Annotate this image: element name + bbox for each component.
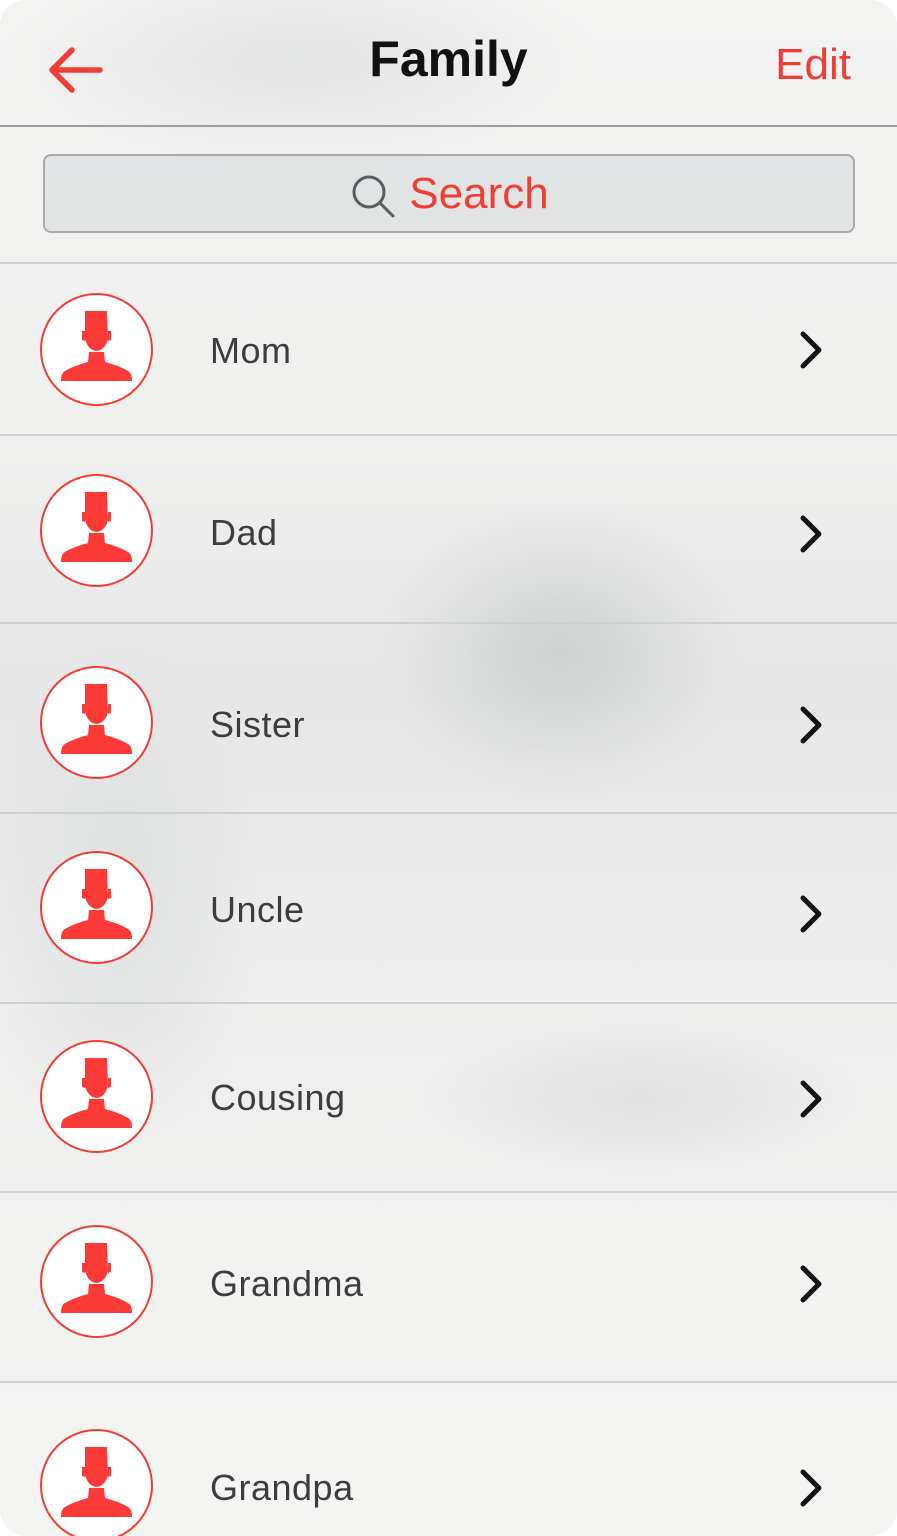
contact-name: Sister (210, 704, 306, 745)
chevron-right-icon (800, 515, 822, 553)
list-item-dad[interactable]: Dad (0, 436, 897, 624)
edit-button[interactable]: Edit (775, 40, 851, 90)
list-item-mom[interactable]: Mom (0, 264, 897, 436)
family-contacts-screen: Family Edit Search Mom Dad Sister Uncle … (0, 0, 897, 1536)
list-item-uncle[interactable]: Uncle (0, 814, 897, 1004)
avatar (40, 851, 153, 964)
contact-name: Uncle (210, 889, 305, 930)
person-icon (61, 1447, 132, 1517)
page-title: Family (369, 31, 528, 87)
contact-name: Grandma (210, 1263, 364, 1304)
search-bar[interactable]: Search (43, 154, 855, 233)
list-item-grandpa[interactable]: Grandpa (0, 1383, 897, 1536)
search-placeholder: Search (409, 168, 549, 218)
avatar (40, 1040, 153, 1153)
chevron-right-icon (800, 1469, 822, 1507)
contact-list: Mom Dad Sister Uncle Cousing Grandma Gra… (0, 264, 897, 1536)
avatar (40, 666, 153, 779)
person-icon (61, 684, 132, 754)
contact-name: Grandpa (210, 1467, 354, 1508)
person-icon (61, 869, 132, 939)
search-icon (352, 175, 395, 217)
list-item-sister[interactable]: Sister (0, 624, 897, 814)
person-icon (61, 311, 132, 381)
avatar (40, 293, 153, 406)
contact-name: Mom (210, 330, 292, 371)
arrow-left-icon (49, 47, 103, 93)
person-icon (61, 1058, 132, 1128)
list-item-cousing[interactable]: Cousing (0, 1004, 897, 1193)
back-button[interactable] (44, 44, 104, 96)
avatar (40, 474, 153, 587)
chevron-right-icon (800, 1265, 822, 1303)
list-item-grandma[interactable]: Grandma (0, 1193, 897, 1383)
person-icon (61, 1243, 132, 1313)
person-icon (61, 492, 132, 562)
navigation-bar: Family Edit (0, 0, 897, 127)
chevron-right-icon (800, 895, 822, 933)
chevron-right-icon (800, 331, 822, 369)
avatar (40, 1429, 153, 1536)
contact-name: Cousing (210, 1077, 346, 1118)
chevron-right-icon (800, 706, 822, 744)
avatar (40, 1225, 153, 1338)
contact-name: Dad (210, 512, 278, 553)
chevron-right-icon (800, 1080, 822, 1118)
